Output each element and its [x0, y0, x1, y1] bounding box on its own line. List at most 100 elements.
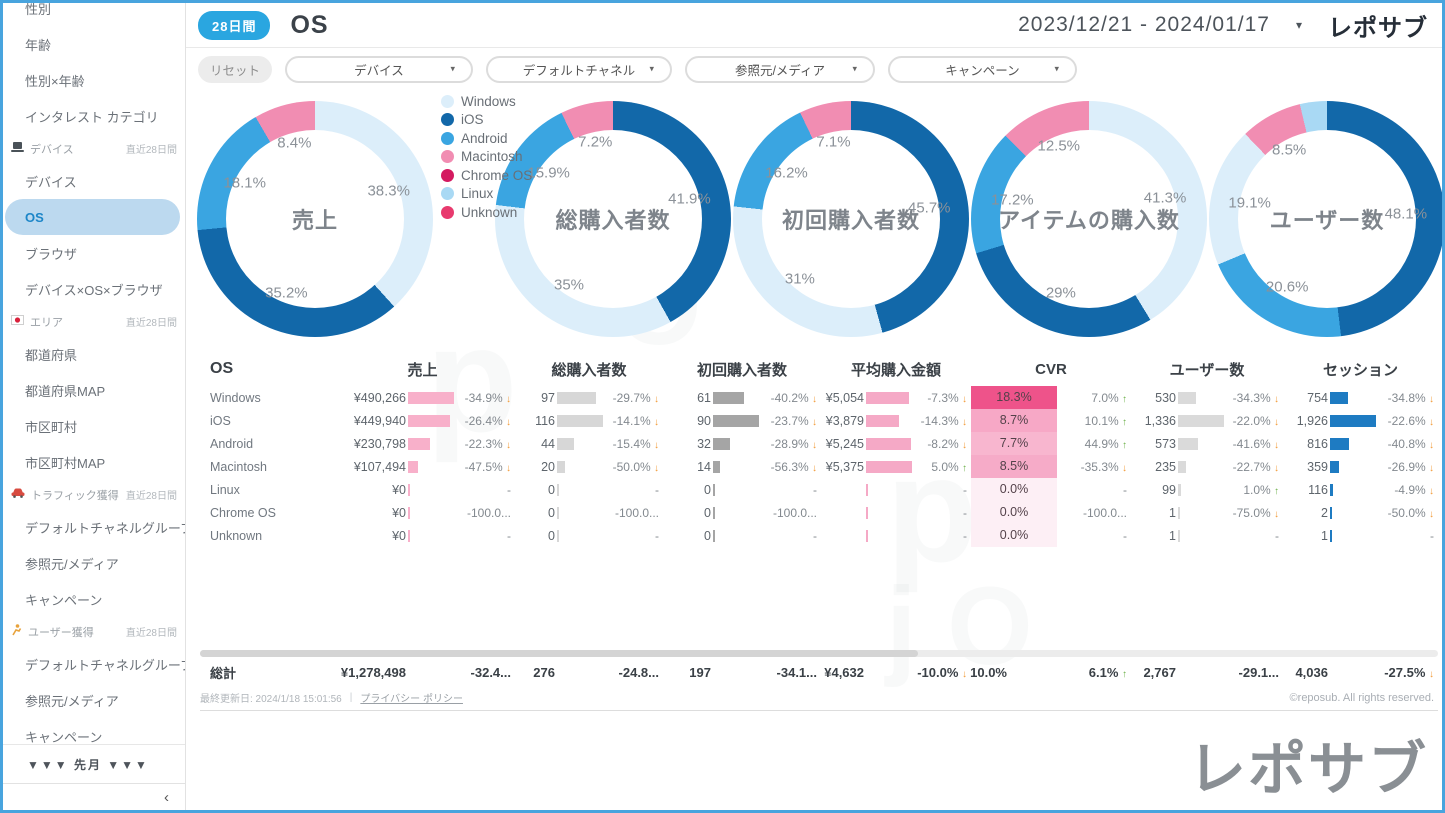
sidebar-item-参照元/メディア[interactable]: 参照元/メディア — [3, 545, 185, 581]
metric-cell: 0 — [515, 506, 605, 520]
metric-bar — [557, 415, 603, 427]
metric-value: ¥490,266 — [354, 391, 406, 405]
metric-cell: 235 — [1131, 460, 1226, 474]
filter-dropdown-デバイス[interactable]: デバイス▾ — [285, 56, 473, 83]
filter-dropdown-参照元/メディア[interactable]: 参照元/メディア▾ — [685, 56, 875, 83]
bar-container — [866, 392, 914, 404]
sidebar-item-キャンペーン[interactable]: キャンペーン — [3, 581, 185, 617]
total-row: 総計¥1,278,498-32.4...276-24.8...197-34.1.… — [200, 659, 1438, 685]
sidebar-item-市区町村MAP[interactable]: 市区町村MAP — [3, 444, 185, 480]
delta-value: -14.3% ↓ — [914, 414, 971, 428]
app-window: 性別年齢性別×年齢インタレスト カテゴリデバイス直近28日間デバイスOSブラウザ… — [0, 0, 1445, 813]
delta-value: -14.1% ↓ — [605, 414, 663, 428]
arrow-down-icon: ↓ — [1274, 463, 1279, 474]
sidebar-item-性別[interactable]: 性別 — [3, 0, 185, 26]
delta-value: - — [456, 483, 515, 497]
metric-bar — [408, 415, 450, 427]
horizontal-scrollbar[interactable] — [200, 650, 1438, 657]
metric-value: 1 — [1169, 529, 1176, 543]
metric-cell: ¥4,632 — [821, 665, 914, 680]
metric-value: 1,926 — [1297, 414, 1328, 428]
delta-value: - — [1057, 529, 1131, 543]
metric-cell: ¥0 — [330, 529, 456, 543]
donut-percent-label: 18.1% — [223, 174, 266, 191]
sidebar-item-性別×年齢[interactable]: 性別×年齢 — [3, 62, 185, 98]
metric-cell: 359 — [1283, 460, 1378, 474]
privacy-policy-link[interactable]: プライバシー ポリシー — [360, 690, 463, 705]
sidebar-item-インタレスト カテゴリ[interactable]: インタレスト カテゴリ — [3, 98, 185, 134]
prev-month-nav[interactable]: ▼▼▼ 先月 ▼▼▼ — [3, 745, 185, 783]
sidebar-item-キャンペーン[interactable]: キャンペーン — [3, 718, 185, 744]
delta-value: -34.9% ↓ — [456, 391, 515, 405]
date-range[interactable]: 2023/12/21 - 2024/01/17 — [1018, 13, 1270, 37]
os-cell: Chrome OS — [200, 506, 330, 520]
metric-value: 44 — [541, 437, 555, 451]
collapse-chevron-icon[interactable]: ‹ — [164, 790, 169, 805]
bar-container — [1178, 392, 1226, 404]
sidebar-item-OS[interactable]: OS — [5, 199, 180, 235]
donut-percent-label: 38.3% — [367, 182, 410, 199]
date-caret-icon[interactable]: ▾ — [1296, 18, 1302, 32]
os-cell: Macintosh — [200, 460, 330, 474]
bar-container — [408, 461, 456, 473]
table-row: Unknown¥0-0-0--0.0%-1-1- — [200, 524, 1438, 547]
metric-value: 14 — [697, 460, 711, 474]
metric-bar — [866, 438, 911, 450]
metric-cell: 573 — [1131, 437, 1226, 451]
sidebar-section-period: 直近28日間 — [126, 141, 177, 156]
donut-percent-label: 15.9% — [527, 165, 570, 182]
metric-value: ¥4,632 — [824, 665, 864, 680]
sidebar-item-ブラウザ[interactable]: ブラウザ — [3, 235, 185, 271]
arrow-down-icon: ↓ — [812, 463, 817, 474]
brand-logo: レポサブ — [1328, 8, 1428, 43]
delta-value: -23.7% ↓ — [761, 414, 821, 428]
arrow-down-icon: ↓ — [1274, 394, 1279, 405]
sidebar-item-市区町村[interactable]: 市区町村 — [3, 408, 185, 444]
footer-separator: | — [350, 692, 353, 703]
metric-value: 754 — [1307, 391, 1328, 405]
page-title: OS — [290, 11, 328, 40]
bar-container — [557, 438, 605, 450]
metric-bar — [408, 392, 454, 404]
sidebar-item-デバイス×OS×ブラウザ[interactable]: デバイス×OS×ブラウザ — [3, 271, 185, 307]
scrollbar-thumb[interactable] — [200, 650, 918, 657]
sidebar-item-参照元/メディア[interactable]: 参照元/メディア — [3, 682, 185, 718]
donut-percent-label: 35.2% — [265, 284, 308, 301]
bar-container — [1330, 392, 1378, 404]
arrow-down-icon: ↓ — [654, 440, 659, 451]
sidebar-item-デフォルトチャネルグループ[interactable]: デフォルトチャネルグループ — [3, 646, 185, 682]
metric-bar — [866, 507, 868, 519]
table-row: Macintosh¥107,494-47.5% ↓20-50.0% ↓14-56… — [200, 455, 1438, 478]
sidebar-section-label: ユーザー獲得 — [28, 624, 94, 640]
filter-dropdown-キャンペーン[interactable]: キャンペーン▾ — [888, 56, 1077, 83]
sidebar-item-都道府県MAP[interactable]: 都道府県MAP — [3, 372, 185, 408]
arrow-down-icon: ↓ — [1122, 463, 1127, 474]
metric-cell: 530 — [1131, 391, 1226, 405]
metric-bar — [866, 392, 909, 404]
sidebar-item-都道府県[interactable]: 都道府県 — [3, 336, 185, 372]
brand-watermark: レポサブ — [1188, 722, 1428, 806]
delta-value: -50.0% ↓ — [605, 460, 663, 474]
bar-container — [408, 530, 456, 542]
sidebar-item-年齢[interactable]: 年齢 — [3, 26, 185, 62]
delta-value: 5.0% ↑ — [914, 460, 971, 474]
sidebar-section-デバイス: デバイス直近28日間 — [3, 134, 185, 163]
metric-cell: 197 — [663, 665, 761, 680]
filter-dropdown-デフォルトチャネル[interactable]: デフォルトチャネル▾ — [486, 56, 672, 83]
bar-container — [1178, 530, 1226, 542]
delta-value: 6.1% ↑ — [1057, 665, 1131, 680]
delta-value: -29.7% ↓ — [605, 391, 663, 405]
metric-bar — [557, 438, 574, 450]
filter-dropdown-label: デフォルトチャネル — [523, 60, 635, 79]
metric-cell: 4,036 — [1283, 665, 1378, 680]
sidebar-item-デバイス[interactable]: デバイス — [3, 163, 185, 199]
reset-button[interactable]: リセット — [198, 56, 272, 83]
page-header: 28日間 OS 2023/12/21 - 2024/01/17 ▾ レポサブ — [186, 3, 1442, 48]
delta-value: -4.9% ↓ — [1378, 483, 1438, 497]
sidebar-item-デフォルトチャネルグループ[interactable]: デフォルトチャネルグループ — [3, 509, 185, 545]
metric-bar — [557, 530, 559, 542]
metric-value: 235 — [1155, 460, 1176, 474]
legend-item-Windows: Windows — [441, 92, 532, 111]
arrow-down-icon: ↓ — [654, 417, 659, 428]
metric-bar — [408, 461, 418, 473]
